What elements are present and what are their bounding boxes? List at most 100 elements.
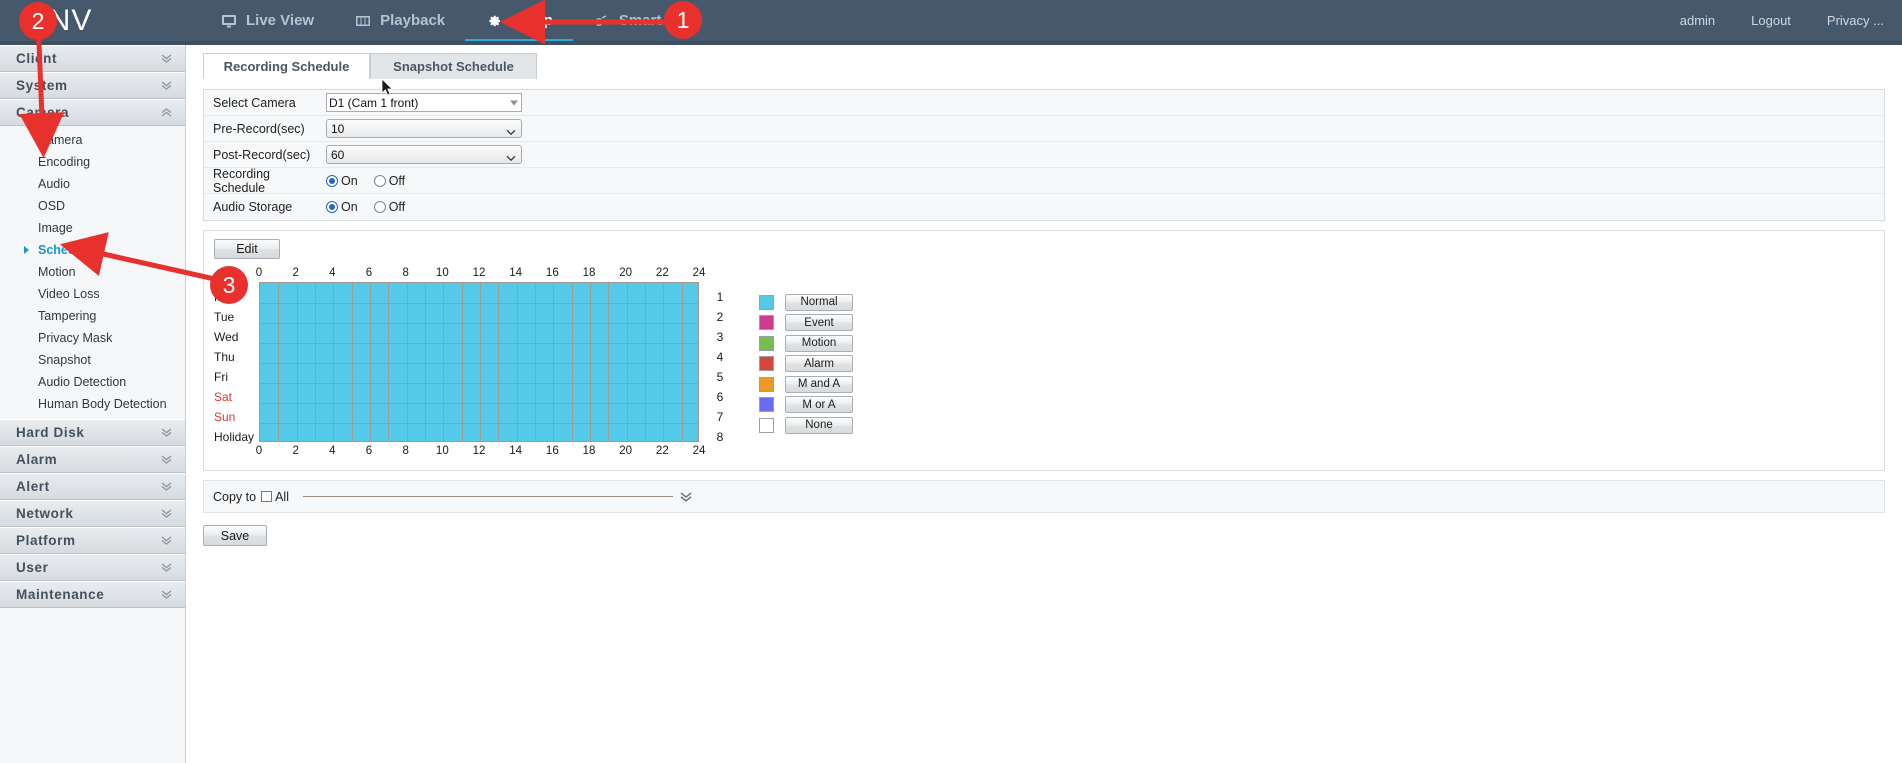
legend-swatch-none: [759, 417, 774, 433]
chevron-down-icon: [160, 454, 173, 465]
save-button[interactable]: Save: [203, 525, 267, 546]
recording-settings-panel: Select Camera D1 (Cam 1 front) Pre-Recor…: [203, 89, 1885, 221]
grid-hline: [260, 343, 698, 344]
day-label-sat: Sat: [214, 390, 233, 404]
grid-vline: [645, 283, 646, 441]
copy-to-all-checkbox[interactable]: [261, 491, 273, 502]
nav-item-live-view[interactable]: Live View: [200, 0, 334, 43]
sidebar-item-audio[interactable]: Audio: [0, 173, 185, 195]
chevron-down-icon: [160, 589, 173, 600]
legend-button-event[interactable]: Event: [785, 314, 853, 332]
legend-button-m-or-a[interactable]: M or A: [785, 396, 853, 414]
row-number: 2: [716, 310, 724, 324]
sidebar-group-platform[interactable]: Platform: [0, 527, 185, 554]
audio-storage-off-radio[interactable]: [373, 201, 386, 213]
chevron-down-icon: [510, 100, 518, 105]
label-audio-storage: Audio Storage: [213, 200, 293, 214]
legend-button-m-and-a[interactable]: M and A: [785, 375, 853, 393]
field-pre-record: 10: [324, 119, 522, 138]
hour-axis-bottom: 0 2 4 6 8 10 12 14 16 18 20 22 24: [255, 445, 706, 460]
recording-schedule-off-radio[interactable]: [373, 174, 386, 187]
hour-tick: 22: [655, 445, 669, 457]
sidebar-group-network[interactable]: Network: [0, 500, 185, 527]
chevron-down-icon[interactable]: [679, 491, 693, 503]
sidebar-group-camera[interactable]: Camera: [0, 99, 185, 126]
sidebar-item-motion[interactable]: Motion: [0, 261, 185, 283]
post-record-select[interactable]: 60: [326, 145, 522, 164]
sidebar-group-system[interactable]: System: [0, 72, 185, 99]
nav-label-live-view: Live View: [246, 12, 315, 29]
legend-button-none[interactable]: None: [785, 416, 853, 434]
legend-row-none: None: [759, 415, 853, 436]
schedule-legend: Normal Event Motion Alarm M and A M or A…: [759, 267, 853, 460]
sidebar-item-label: Human Body Detection: [38, 397, 167, 411]
sidebar-group-maintenance[interactable]: Maintenance: [0, 581, 185, 608]
sidebar-item-human-body-detection[interactable]: Human Body Detection: [0, 393, 185, 415]
sidebar-item-image[interactable]: Image: [0, 217, 185, 239]
sidebar-item-audio-detection[interactable]: Audio Detection: [0, 371, 185, 393]
sidebar-item-video-loss[interactable]: Video Loss: [0, 283, 185, 305]
sidebar-group-alert[interactable]: Alert: [0, 473, 185, 500]
day-label-thu: Thu: [214, 350, 235, 364]
day-label-holiday: Holiday: [214, 430, 255, 444]
sidebar-item-schedule[interactable]: Schedule: [0, 239, 185, 261]
grid-vline: [388, 283, 389, 441]
schedule-grid-wrap: Mon Tue Wed Thu Fri Sat Sun Holiday 0246…: [214, 267, 1874, 460]
annotation-badge-1: 1: [664, 1, 702, 39]
nav-item-playback[interactable]: Playback: [334, 0, 465, 43]
recording-schedule-on-radio[interactable]: [326, 174, 338, 187]
pre-record-select[interactable]: 10: [326, 119, 522, 138]
sidebar-group-hard-disk[interactable]: Hard Disk: [0, 419, 185, 446]
legend-button-alarm[interactable]: Alarm: [785, 355, 853, 373]
hour-tick: 8: [402, 445, 409, 457]
nav-item-setup[interactable]: Setup: [465, 0, 573, 43]
sidebar-item-camera[interactable]: Camera: [0, 129, 185, 151]
sidebar-item-privacy-mask[interactable]: Privacy Mask: [0, 327, 185, 349]
main-content: Recording Schedule Snapshot Schedule Sel…: [186, 45, 1902, 763]
select-camera-value: D1 (Cam 1 front): [329, 95, 419, 110]
logout-link[interactable]: Logout: [1751, 13, 1791, 28]
hour-axis-top: 0 2 4 6 8 10 12 14 16 18 20 22 24: [256, 267, 706, 282]
tab-snapshot-schedule[interactable]: Snapshot Schedule: [370, 53, 537, 79]
nav-label-setup: Setup: [511, 12, 553, 29]
legend-button-normal[interactable]: Normal: [785, 293, 853, 311]
hour-tick: 4: [329, 267, 336, 279]
legend-button-motion[interactable]: Motion: [785, 334, 853, 352]
tab-recording-schedule[interactable]: Recording Schedule: [203, 53, 370, 79]
grid-vline: [517, 283, 518, 441]
chevron-down-icon: [160, 427, 173, 438]
hour-tick: 2: [292, 445, 299, 457]
copy-to-label: Copy to: [213, 489, 257, 504]
grid-vline: [297, 283, 298, 441]
grid-vline: [553, 283, 554, 441]
sidebar-item-tampering[interactable]: Tampering: [0, 305, 185, 327]
sidebar-group-client[interactable]: Client: [0, 45, 185, 72]
top-navigation-bar: UNV Live View Playback Setup Smart admin…: [0, 0, 1902, 43]
audio-storage-on-radio[interactable]: [326, 201, 338, 213]
sidebar-group-alarm[interactable]: Alarm: [0, 446, 185, 473]
field-audio-storage: On Off: [324, 200, 405, 214]
audio-storage-off-label: Off: [388, 200, 406, 214]
grid-vline: [608, 283, 609, 441]
hour-tick: 0: [255, 445, 263, 457]
field-post-record: 60: [324, 145, 522, 164]
sidebar-group-label-alarm: Alarm: [16, 452, 58, 467]
sidebar-group-label-user: User: [16, 560, 49, 575]
tab-label: Snapshot Schedule: [393, 59, 514, 74]
sidebar-item-snapshot[interactable]: Snapshot: [0, 349, 185, 371]
legend-row-alarm: Alarm: [759, 354, 853, 375]
edit-button[interactable]: Edit: [214, 239, 280, 259]
sidebar-item-encoding[interactable]: Encoding: [0, 151, 185, 173]
day-label-sun: Sun: [214, 410, 236, 424]
sidebar-group-user[interactable]: User: [0, 554, 185, 581]
schedule-timeline-grid[interactable]: [259, 282, 699, 442]
sidebar-item-label: Encoding: [38, 155, 91, 169]
film-icon: [354, 12, 371, 29]
monitor-icon: [220, 12, 237, 29]
privacy-link[interactable]: Privacy ...: [1827, 13, 1884, 28]
sidebar-group-label-maintenance: Maintenance: [16, 587, 105, 602]
grid-vline: [462, 283, 463, 441]
grid-vline: [370, 283, 371, 441]
sidebar-item-osd[interactable]: OSD: [0, 195, 185, 217]
select-camera-dropdown[interactable]: D1 (Cam 1 front): [326, 93, 522, 112]
